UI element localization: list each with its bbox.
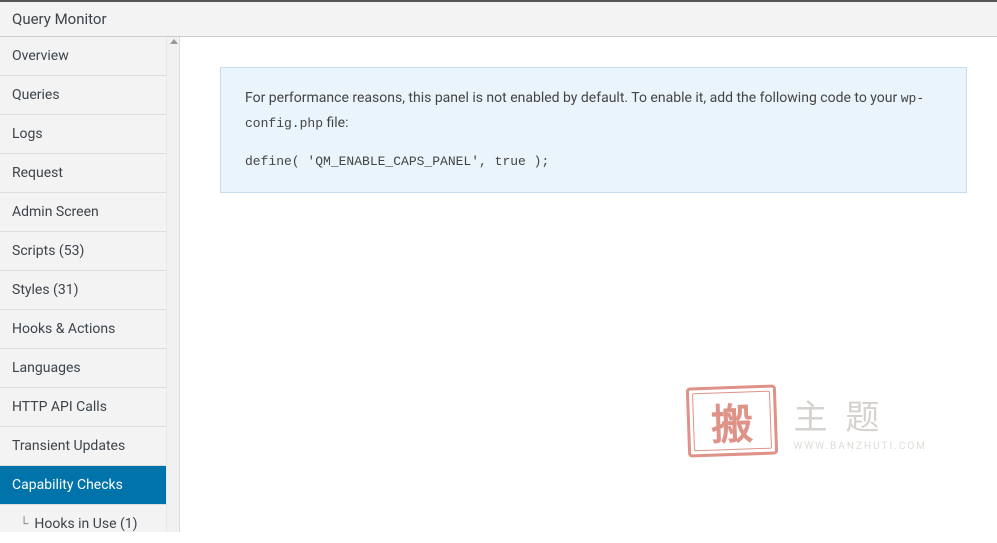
sidebar-item-label: Transient Updates: [12, 438, 125, 454]
sidebar-item-label: Overview: [12, 48, 69, 64]
sidebar-item-hooks-in-use[interactable]: Hooks in Use (1): [0, 505, 167, 543]
main-content: For performance reasons, this panel is n…: [180, 37, 997, 532]
notice-text-after: file:: [323, 115, 348, 131]
sidebar-item-logs[interactable]: Logs: [0, 115, 167, 154]
nav-list: Overview Queries Logs Request Admin Scre…: [0, 37, 167, 543]
notice-box: For performance reasons, this panel is n…: [220, 67, 967, 193]
panel-body: Overview Queries Logs Request Admin Scre…: [0, 37, 997, 532]
watermark-text: 主题 WWW.BANZHUTI.COM: [793, 390, 927, 452]
watermark-stamp: 搬: [686, 384, 778, 457]
panel-header: Query Monitor: [0, 0, 997, 37]
sidebar-item-transient-updates[interactable]: Transient Updates: [0, 427, 167, 466]
sidebar-item-label: HTTP API Calls: [12, 399, 107, 415]
scroll-up-icon: [170, 39, 178, 44]
sidebar-item-label: Styles (31): [12, 282, 78, 298]
sidebar-item-queries[interactable]: Queries: [0, 76, 167, 115]
watermark: 搬 主题 WWW.BANZHUTI.COM: [687, 386, 927, 456]
sidebar-item-label: Logs: [12, 126, 43, 142]
sidebar-item-label: Admin Screen: [12, 204, 99, 220]
sidebar-item-label: Scripts (53): [12, 243, 84, 259]
sidebar-item-admin-screen[interactable]: Admin Screen: [0, 193, 167, 232]
watermark-chinese: 主题: [793, 390, 897, 439]
sidebar-item-languages[interactable]: Languages: [0, 349, 167, 388]
scrollbar[interactable]: [166, 37, 179, 532]
sidebar-item-styles[interactable]: Styles (31): [0, 271, 167, 310]
sidebar-item-overview[interactable]: Overview: [0, 37, 167, 76]
notice-code-block: define( 'QM_ENABLE_CAPS_PANEL', true );: [245, 150, 942, 173]
notice-text-before: For performance reasons, this panel is n…: [245, 90, 901, 106]
sidebar-item-label: Request: [12, 165, 63, 181]
sidebar-item-capability-checks[interactable]: Capability Checks: [0, 466, 167, 505]
sidebar-item-label: Hooks & Actions: [12, 321, 115, 337]
sidebar-item-request[interactable]: Request: [0, 154, 167, 193]
sidebar-item-label: Hooks in Use (1): [34, 516, 137, 532]
sidebar-item-hooks-actions[interactable]: Hooks & Actions: [0, 310, 167, 349]
sidebar-item-scripts[interactable]: Scripts (53): [0, 232, 167, 271]
watermark-url: WWW.BANZHUTI.COM: [793, 441, 927, 452]
notice-text: For performance reasons, this panel is n…: [245, 86, 942, 136]
sidebar-item-label: Queries: [12, 87, 60, 103]
sidebar-item-label: Capability Checks: [12, 477, 123, 493]
sidebar-item-http-api-calls[interactable]: HTTP API Calls: [0, 388, 167, 427]
sidebar-item-label: Languages: [12, 360, 81, 376]
panel-title: Query Monitor: [12, 10, 107, 28]
watermark-stamp-char: 搬: [710, 390, 754, 452]
sidebar-nav: Overview Queries Logs Request Admin Scre…: [0, 37, 180, 532]
